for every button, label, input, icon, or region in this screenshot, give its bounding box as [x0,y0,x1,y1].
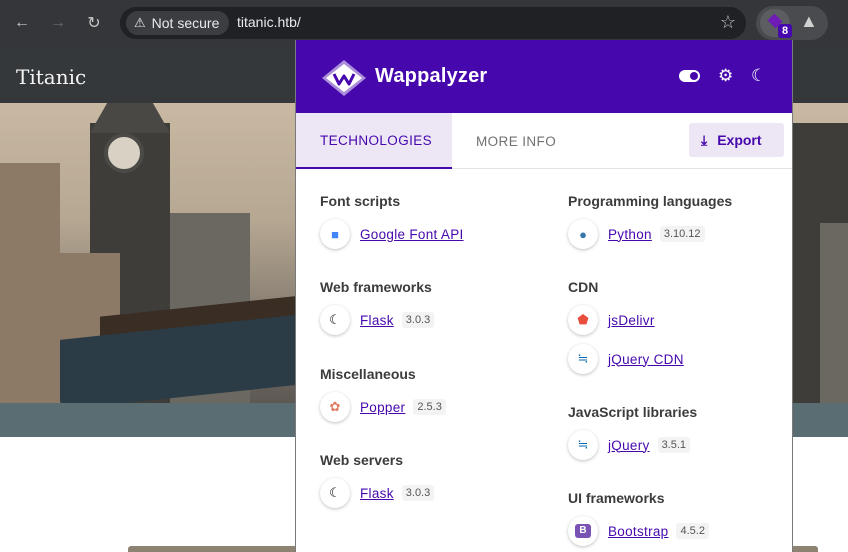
security-chip[interactable]: ⚠ Not secure [126,11,230,35]
popup-tabs: TECHNOLOGIES MORE INFO ⤓ Export [296,113,792,169]
tech-version: 3.5.1 [657,437,691,453]
tech-version: 2.5.3 [413,399,446,415]
wappalyzer-extension-button[interactable]: 8 [760,9,792,38]
tech-jquery[interactable]: ≒ jQuery 3.5.1 [568,430,691,460]
tech-version: 3.0.3 [401,485,435,501]
flask-icon: ☾ [320,305,350,335]
bootstrap-icon: B [568,516,598,546]
site-title[interactable]: Titanic [16,65,86,89]
python-icon: ● [568,219,598,249]
forward-icon[interactable]: → [46,11,70,35]
tech-name[interactable]: Python [608,227,652,242]
category-miscellaneous: Miscellaneous [320,366,416,382]
brand-name: Wappalyzer [375,65,488,87]
tech-version: 4.5.2 [676,523,709,539]
tech-name[interactable]: Flask [360,486,394,501]
wappalyzer-logo-icon [322,60,366,96]
tech-version: 3.10.12 [659,226,705,242]
tech-name[interactable]: jQuery CDN [608,352,684,367]
category-cdn: CDN [568,279,599,295]
tech-flask-server[interactable]: ☾ Flask 3.0.3 [320,478,435,508]
extension-badge: 8 [778,24,792,38]
popper-icon: ✿ [320,392,350,422]
tech-popper[interactable]: ✿ Popper 2.5.3 [320,392,446,422]
export-label: Export [717,132,762,148]
clock-face [104,133,144,173]
category-web-frameworks: Web frameworks [320,279,432,295]
tech-name[interactable]: jsDelivr [608,313,655,328]
tech-name[interactable]: Google Font API [360,227,464,242]
tower-spire [90,103,170,133]
jquery-icon: ≒ [568,430,598,460]
jsdelivr-icon: ⬟ [568,305,598,335]
enable-toggle[interactable] [679,70,700,82]
popup-header: Wappalyzer ⚙ ☾ [296,40,792,113]
tech-name[interactable]: Bootstrap [608,524,668,539]
export-button[interactable]: ⤓ Export [689,123,784,157]
tech-jquery-cdn[interactable]: ≒ jQuery CDN [568,344,684,374]
security-label: Not secure [151,15,220,31]
extensions-area: 8 ▲ [756,6,828,40]
tech-google-font-api[interactable]: ■ Google Font API [320,219,464,249]
warning-icon: ⚠ [134,15,146,30]
category-font-scripts: Font scripts [320,193,401,209]
dark-mode-moon-icon[interactable]: ☾ [751,66,766,86]
settings-gear-icon[interactable]: ⚙ [718,66,733,86]
tab-technologies[interactable]: TECHNOLOGIES [296,113,452,169]
tech-name[interactable]: jQuery [608,438,650,453]
url-text[interactable]: titanic.htb/ [237,14,301,30]
flask-icon: ☾ [320,478,350,508]
reload-icon[interactable]: ↻ [82,11,106,35]
jquery-icon: ≒ [568,344,598,374]
address-bar[interactable]: ⚠ Not secure titanic.htb/ ☆ [120,7,746,39]
tech-version: 3.0.3 [401,312,435,328]
download-icon: ⤓ [701,131,708,148]
tab-more-info[interactable]: MORE INFO [476,113,556,169]
tech-python[interactable]: ● Python 3.10.12 [568,219,705,249]
tech-name[interactable]: Popper [360,400,405,415]
tech-jsdelivr[interactable]: ⬟ jsDelivr [568,305,655,335]
google-fonts-icon: ■ [320,219,350,249]
tech-name[interactable]: Flask [360,313,394,328]
puzzle-icon[interactable]: ▲ [800,11,818,32]
category-web-servers: Web servers [320,452,404,468]
category-programming-languages: Programming languages [568,193,733,209]
tech-flask[interactable]: ☾ Flask 3.0.3 [320,305,435,335]
category-ui-frameworks: UI frameworks [568,490,665,506]
star-icon[interactable]: ☆ [720,12,736,33]
wappalyzer-popup: Wappalyzer ⚙ ☾ TECHNOLOGIES MORE INFO ⤓ … [295,40,793,552]
category-javascript-libraries: JavaScript libraries [568,404,698,420]
tech-bootstrap[interactable]: B Bootstrap 4.5.2 [568,516,709,546]
back-icon[interactable]: ← [10,11,34,35]
